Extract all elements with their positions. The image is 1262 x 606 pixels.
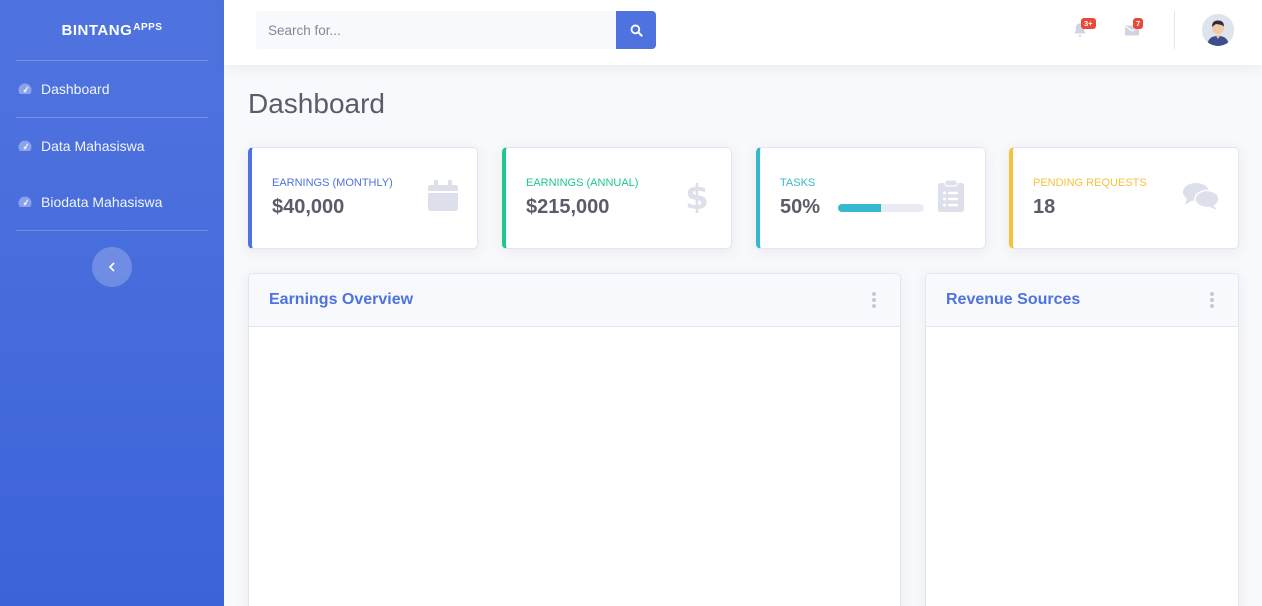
earnings-monthly-card: Earnings (Monthly) $40,000 [248, 147, 478, 249]
brand-logo[interactable]: BINTANG APPS [0, 0, 224, 60]
topbar: 3+ 7 [224, 0, 1262, 65]
alerts-button[interactable]: 3+ [1072, 18, 1096, 40]
pending-requests-card: Pending Requests 18 [1009, 147, 1239, 249]
panel-title: Revenue Sources [946, 291, 1081, 308]
topbar-divider [1174, 11, 1175, 49]
stat-value: 50% [780, 196, 821, 218]
more-options-icon[interactable] [868, 291, 880, 309]
sidebar-item-data-mahasiswa[interactable]: Data Mahasiswa [0, 118, 224, 174]
stat-value: $215,000 [526, 196, 610, 218]
stat-label: Pending Requests [1033, 177, 1147, 189]
panel-title: Earnings Overview [269, 291, 414, 308]
sidebar-item-label: Data Mahasiswa [41, 138, 145, 154]
clipboard-list-icon [935, 179, 967, 213]
search-button[interactable] [616, 11, 656, 49]
messages-button[interactable]: 7 [1124, 18, 1144, 40]
dollar-icon: $ [681, 178, 713, 218]
stat-label: Tasks [780, 177, 816, 189]
sidebar: BINTANG APPS Dashboard Data Mahasiswa Bio… [0, 0, 224, 606]
revenue-sources-card: Revenue Sources [925, 273, 1239, 606]
page-title: Dashboard [248, 88, 385, 119]
calendar-icon [427, 179, 459, 213]
search-icon [630, 24, 643, 37]
tasks-progress-bar [838, 204, 924, 212]
tachometer-icon [17, 81, 33, 97]
brand-name: BINTANG [61, 21, 133, 39]
tachometer-icon [17, 194, 33, 210]
sidebar-toggle-button[interactable] [92, 247, 132, 287]
stat-label: Earnings (Monthly) [272, 177, 393, 189]
more-options-icon[interactable] [1206, 291, 1218, 309]
tasks-card: Tasks 50% [756, 147, 986, 249]
svg-text:$: $ [685, 179, 709, 213]
stat-value: 18 [1033, 196, 1056, 218]
sidebar-item-biodata-mahasiswa[interactable]: Biodata Mahasiswa [0, 174, 224, 230]
sidebar-item-label: Biodata Mahasiswa [41, 194, 163, 210]
brand-sup: APPS [133, 21, 163, 33]
sidebar-item-dashboard[interactable]: Dashboard [0, 61, 224, 117]
progress-fill [838, 204, 881, 212]
stat-label: Earnings (Annual) [526, 177, 639, 189]
avatar[interactable] [1202, 14, 1234, 46]
earnings-overview-header: Earnings Overview [249, 274, 900, 327]
alerts-badge: 3+ [1081, 18, 1096, 29]
search-input[interactable] [256, 11, 616, 49]
earnings-overview-card: Earnings Overview [248, 273, 901, 606]
search-bar [256, 11, 656, 49]
stat-value: $40,000 [272, 196, 345, 218]
earnings-annual-card: Earnings (Annual) $215,000 $ [502, 147, 732, 249]
tachometer-icon [17, 138, 33, 154]
comments-icon [1182, 179, 1220, 213]
sidebar-item-label: Dashboard [41, 81, 110, 97]
sidebar-divider [16, 230, 208, 231]
revenue-sources-header: Revenue Sources [926, 274, 1238, 327]
chevron-left-icon [107, 262, 117, 272]
messages-badge: 7 [1133, 18, 1144, 29]
